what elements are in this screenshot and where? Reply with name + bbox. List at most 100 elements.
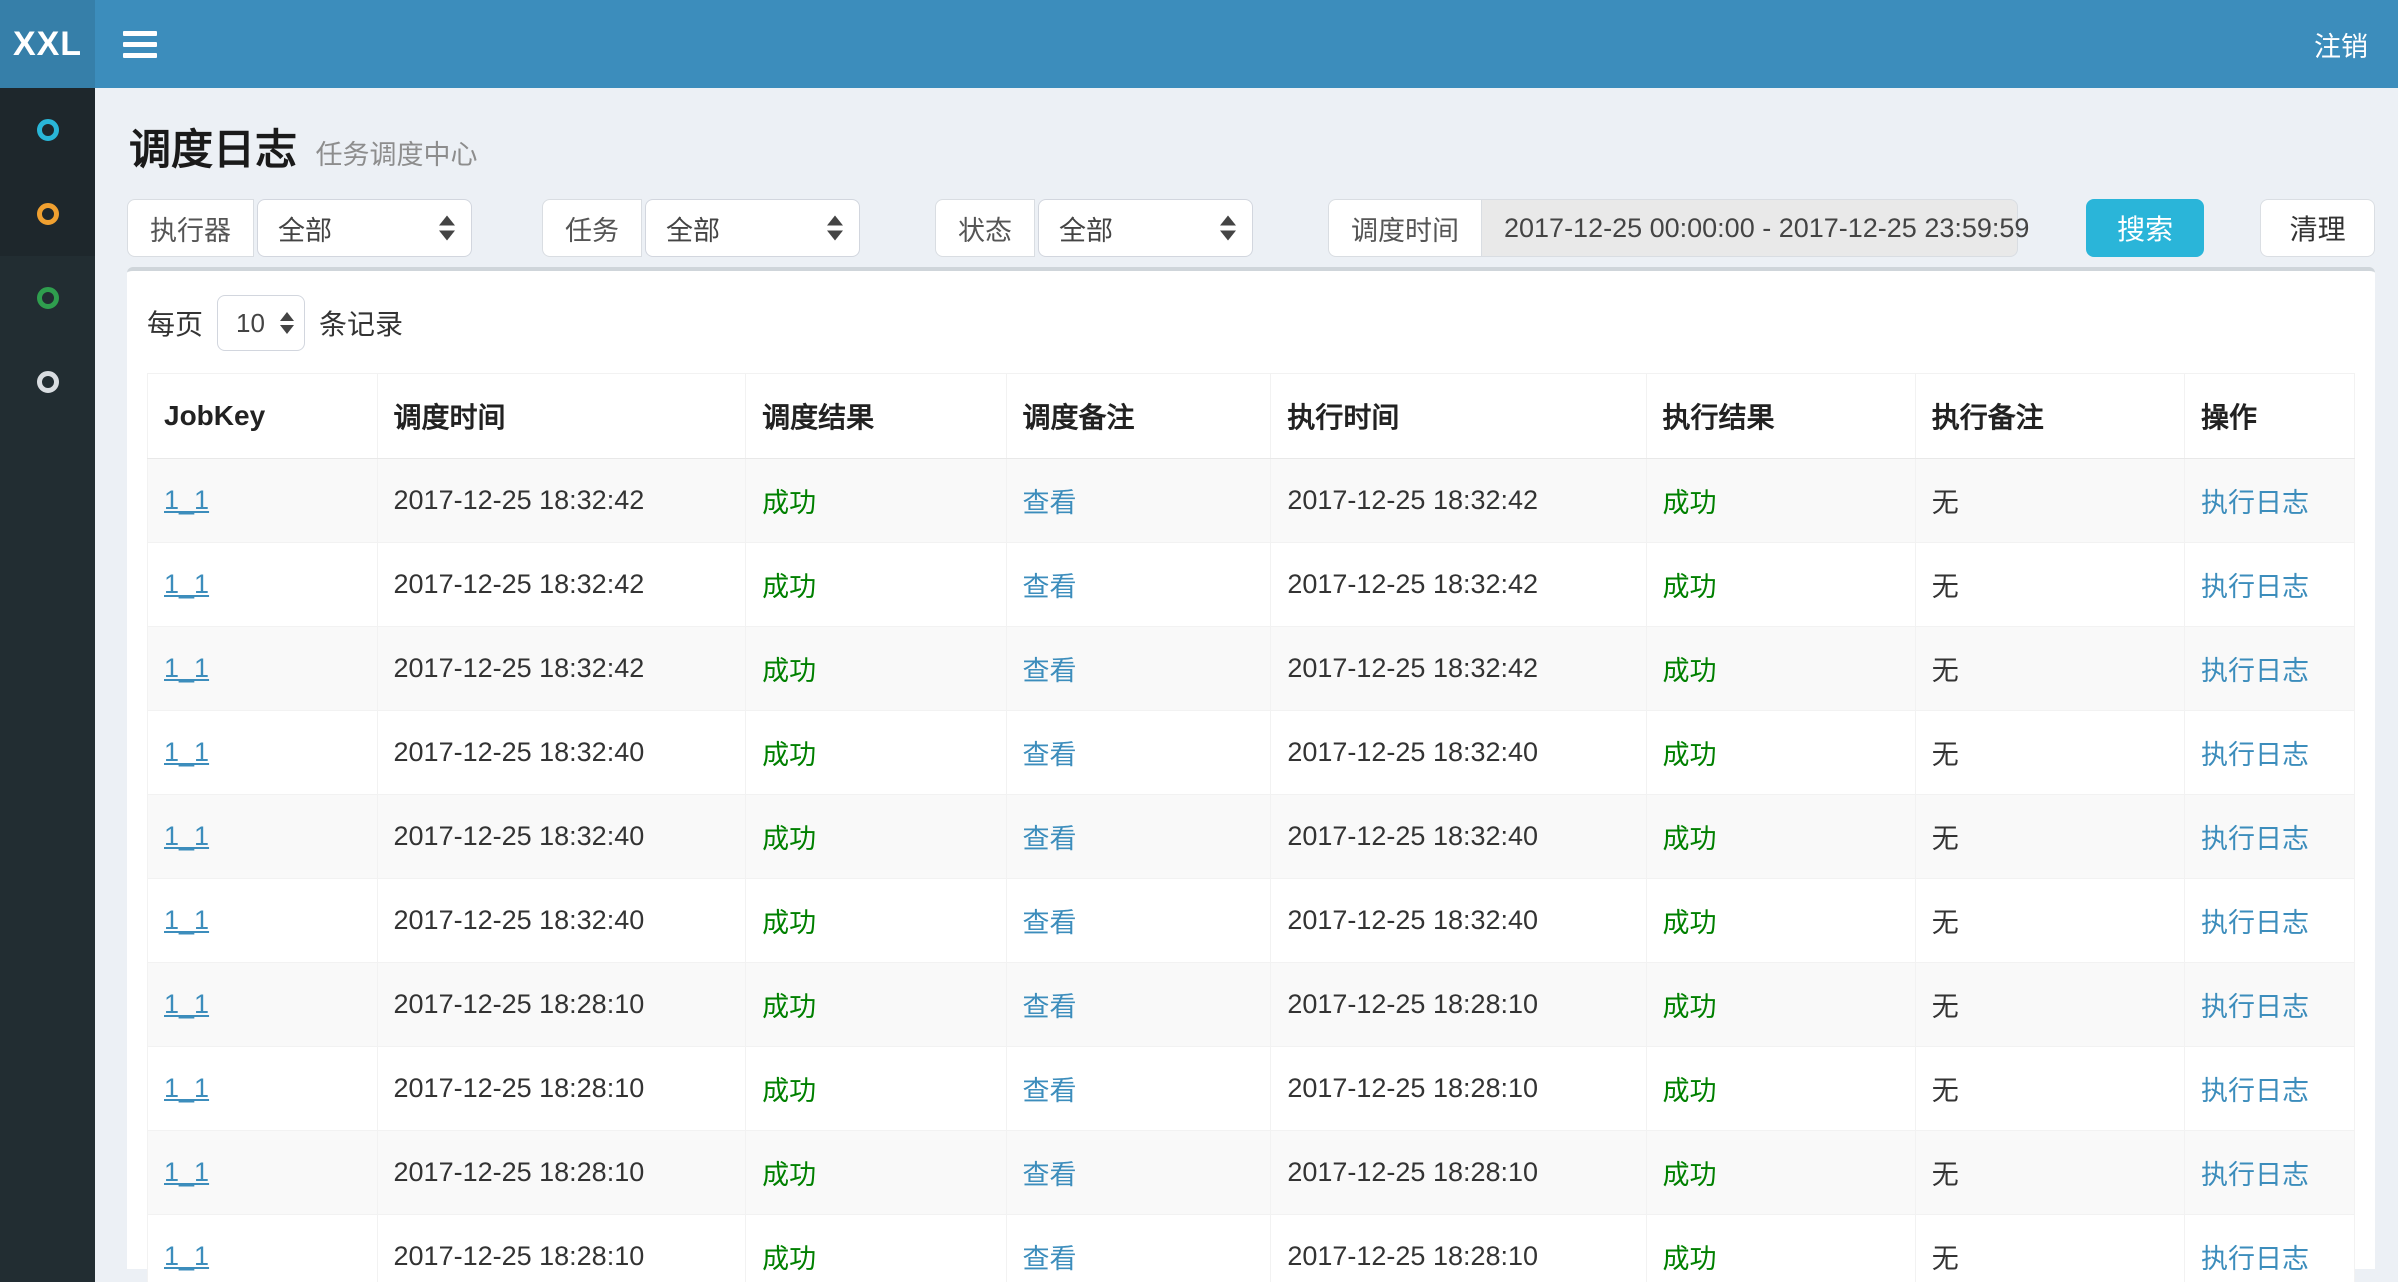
main-content: 调度日志 任务调度中心 执行器 全部 任务 全部 状态	[95, 88, 2398, 1282]
filter-toolbar: 执行器 全部 任务 全部 状态 全部	[127, 199, 2375, 257]
page-title: 调度日志	[129, 126, 297, 173]
page-header: 调度日志 任务调度中心	[127, 88, 2375, 183]
handle-msg-cell: 无	[1915, 459, 2184, 543]
jobkey-link[interactable]: 1_1	[164, 653, 209, 683]
jobkey-link[interactable]: 1_1	[164, 1073, 209, 1103]
exec-log-link[interactable]: 执行日志	[2201, 572, 2309, 602]
sidebar-item-menu-executor-manage[interactable]	[0, 340, 95, 424]
exec-log-link[interactable]: 执行日志	[2201, 1160, 2309, 1190]
handle-result-cell: 成功	[1646, 1047, 1915, 1131]
exec-log-link[interactable]: 执行日志	[2201, 1076, 2309, 1106]
trigger-time-filter-label: 调度时间	[1328, 199, 1482, 257]
per-page-prefix-label: 每页	[147, 303, 203, 343]
clear-button[interactable]: 清理	[2260, 199, 2375, 257]
jobkey-link[interactable]: 1_1	[164, 905, 209, 935]
exec-log-link[interactable]: 执行日志	[2201, 824, 2309, 854]
table-row: 1_12017-12-25 18:32:40成功查看2017-12-25 18:…	[148, 795, 2355, 879]
table-row: 1_12017-12-25 18:28:10成功查看2017-12-25 18:…	[148, 1047, 2355, 1131]
logout-button[interactable]: 注销	[2284, 0, 2398, 88]
trigger-msg-link[interactable]: 查看	[1023, 992, 1077, 1022]
select-stepper-icon	[827, 216, 843, 241]
trigger-result-cell: 成功	[746, 1047, 1006, 1131]
trigger-msg-link[interactable]: 查看	[1023, 1244, 1077, 1274]
handle-msg-cell: 无	[1915, 1131, 2184, 1215]
table-row: 1_12017-12-25 18:28:10成功查看2017-12-25 18:…	[148, 1215, 2355, 1282]
handle-result-cell: 成功	[1646, 795, 1915, 879]
trigger-time-cell: 2017-12-25 18:32:40	[377, 879, 746, 963]
per-page-select[interactable]: 10	[217, 295, 305, 351]
page-subtitle: 任务调度中心	[315, 140, 477, 170]
jobkey-link[interactable]: 1_1	[164, 737, 209, 767]
exec-log-link[interactable]: 执行日志	[2201, 908, 2309, 938]
trigger-time-cell: 2017-12-25 18:32:40	[377, 711, 746, 795]
sidebar-item-menu-job-log[interactable]	[0, 256, 95, 340]
trigger-result-cell: 成功	[746, 879, 1006, 963]
handle-result-cell: 成功	[1646, 459, 1915, 543]
table-row: 1_12017-12-25 18:28:10成功查看2017-12-25 18:…	[148, 963, 2355, 1047]
handle-time-cell: 2017-12-25 18:28:10	[1271, 963, 1646, 1047]
search-button[interactable]: 搜索	[2086, 199, 2204, 257]
exec-log-link[interactable]: 执行日志	[2201, 1244, 2309, 1274]
handle-result-cell: 成功	[1646, 543, 1915, 627]
executor-filter-label: 执行器	[127, 199, 254, 257]
handle-time-cell: 2017-12-25 18:32:42	[1271, 627, 1646, 711]
jobkey-link[interactable]: 1_1	[164, 485, 209, 515]
col-header-3: 调度备注	[1006, 374, 1271, 459]
trigger-msg-link[interactable]: 查看	[1023, 824, 1077, 854]
handle-msg-cell: 无	[1915, 963, 2184, 1047]
trigger-time-cell: 2017-12-25 18:32:42	[377, 459, 746, 543]
job-filter-group: 任务 全部	[542, 199, 860, 257]
handle-msg-cell: 无	[1915, 795, 2184, 879]
select-stepper-icon	[1220, 216, 1236, 241]
trigger-msg-link[interactable]: 查看	[1023, 656, 1077, 686]
job-select[interactable]: 全部	[645, 199, 860, 257]
trigger-time-cell: 2017-12-25 18:28:10	[377, 1215, 746, 1282]
trigger-time-filter-group: 调度时间 2017-12-25 00:00:00 - 2017-12-25 23…	[1328, 199, 2018, 257]
trigger-result-cell: 成功	[746, 795, 1006, 879]
trigger-msg-link[interactable]: 查看	[1023, 572, 1077, 602]
status-filter-label: 状态	[935, 199, 1035, 257]
exec-log-link[interactable]: 执行日志	[2201, 992, 2309, 1022]
trigger-result-cell: 成功	[746, 1215, 1006, 1282]
trigger-msg-link[interactable]: 查看	[1023, 908, 1077, 938]
trigger-msg-link[interactable]: 查看	[1023, 1160, 1077, 1190]
jobkey-link[interactable]: 1_1	[164, 821, 209, 851]
handle-msg-cell: 无	[1915, 1047, 2184, 1131]
handle-msg-cell: 无	[1915, 711, 2184, 795]
trigger-time-cell: 2017-12-25 18:32:42	[377, 627, 746, 711]
log-table-panel: 每页 10 条记录 JobKey调度时间调度结果调度备注执行时间执行结果执行备注…	[127, 267, 2375, 1269]
trigger-msg-link[interactable]: 查看	[1023, 488, 1077, 518]
sidebar-toggle-icon[interactable]	[123, 25, 157, 64]
col-header-5: 执行结果	[1646, 374, 1915, 459]
trigger-time-range-input[interactable]: 2017-12-25 00:00:00 - 2017-12-25 23:59:5…	[1482, 199, 2018, 257]
circle-o-icon	[37, 287, 59, 309]
sidebar-item-menu-job-manage[interactable]	[0, 172, 95, 256]
trigger-msg-link[interactable]: 查看	[1023, 740, 1077, 770]
jobkey-link[interactable]: 1_1	[164, 1241, 209, 1271]
sidebar-item-menu-dashboard[interactable]	[0, 88, 95, 172]
exec-log-link[interactable]: 执行日志	[2201, 740, 2309, 770]
jobkey-link[interactable]: 1_1	[164, 569, 209, 599]
handle-msg-cell: 无	[1915, 1215, 2184, 1282]
col-header-4: 执行时间	[1271, 374, 1646, 459]
trigger-time-cell: 2017-12-25 18:28:10	[377, 1047, 746, 1131]
table-header-row: JobKey调度时间调度结果调度备注执行时间执行结果执行备注操作	[148, 374, 2355, 459]
jobkey-link[interactable]: 1_1	[164, 989, 209, 1019]
handle-result-cell: 成功	[1646, 1131, 1915, 1215]
app-logo[interactable]: XXL	[0, 0, 95, 88]
jobkey-link[interactable]: 1_1	[164, 1157, 209, 1187]
trigger-msg-link[interactable]: 查看	[1023, 1076, 1077, 1106]
exec-log-link[interactable]: 执行日志	[2201, 488, 2309, 518]
status-select[interactable]: 全部	[1038, 199, 1253, 257]
trigger-time-cell: 2017-12-25 18:28:10	[377, 963, 746, 1047]
trigger-result-cell: 成功	[746, 1131, 1006, 1215]
select-stepper-icon	[280, 312, 294, 334]
exec-log-link[interactable]: 执行日志	[2201, 656, 2309, 686]
trigger-result-cell: 成功	[746, 543, 1006, 627]
handle-result-cell: 成功	[1646, 879, 1915, 963]
col-header-6: 执行备注	[1915, 374, 2184, 459]
trigger-time-cell: 2017-12-25 18:32:40	[377, 795, 746, 879]
handle-msg-cell: 无	[1915, 543, 2184, 627]
executor-select[interactable]: 全部	[257, 199, 472, 257]
handle-time-cell: 2017-12-25 18:32:42	[1271, 543, 1646, 627]
